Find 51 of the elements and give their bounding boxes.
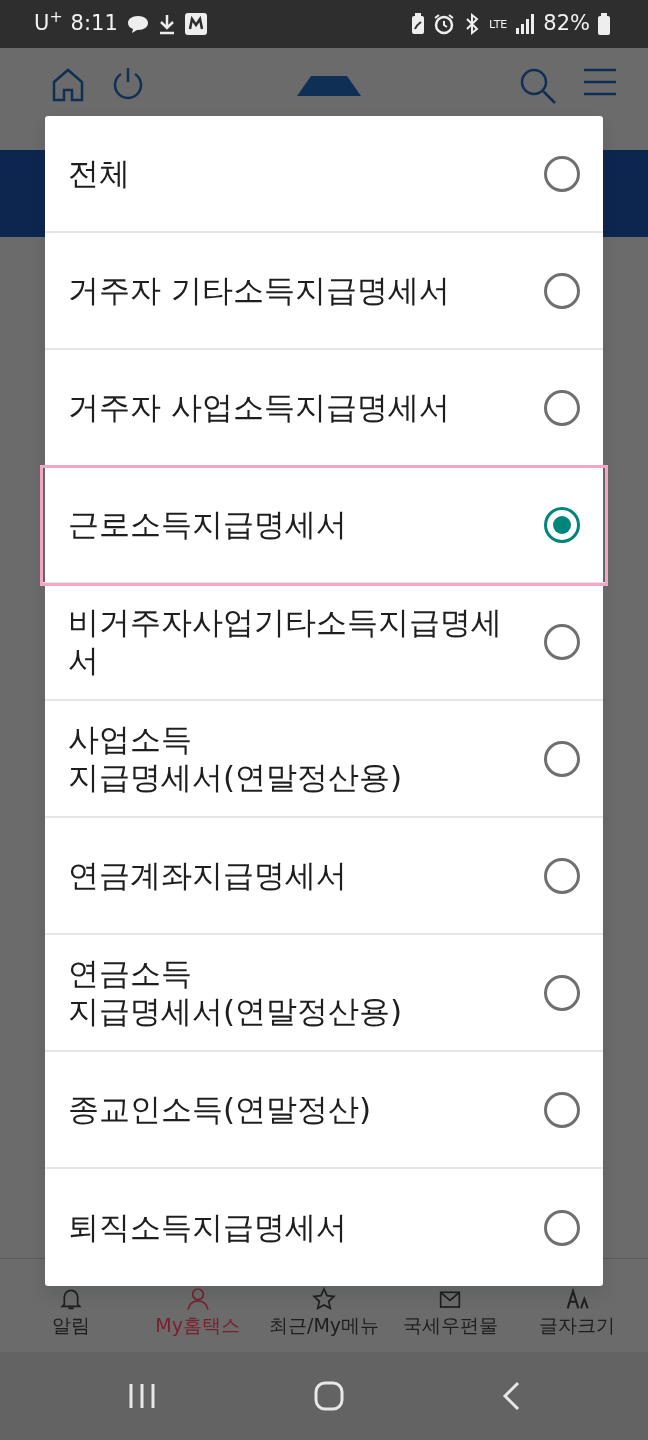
radio-button[interactable] — [544, 857, 580, 894]
option-label: 연금소득 지급명세서(연말정산용) — [68, 955, 403, 1030]
radio-button[interactable] — [544, 1091, 580, 1128]
signal-icon — [515, 14, 536, 34]
option-label: 근로소득지급명세서 — [68, 505, 347, 544]
chat-icon — [125, 14, 150, 34]
carrier-label: U$^{+}$ — [34, 8, 63, 38]
option-row[interactable]: 연금소득 지급명세서(연말정산용) — [45, 935, 603, 1052]
option-label: 전체 — [68, 154, 130, 193]
clock-time: 8:11 — [70, 10, 118, 38]
radio-button[interactable] — [544, 272, 580, 309]
option-row[interactable]: 연금계좌지급명세서 — [45, 818, 603, 935]
font-size-icon — [564, 1287, 589, 1311]
radio-button[interactable] — [544, 623, 580, 660]
radio-button[interactable] — [544, 974, 580, 1011]
option-row[interactable]: 비거주자사업기타소득지급명세서 — [45, 584, 603, 701]
option-row[interactable]: 전체 — [45, 116, 603, 233]
option-label: 비거주자사업기타소득지급명세서 — [68, 604, 503, 679]
app-notification-icon — [183, 12, 208, 36]
battery-saver-icon — [411, 13, 425, 35]
battery-percent: 82% — [543, 10, 590, 38]
option-label: 거주자 기타소득지급명세서 — [68, 271, 450, 310]
option-label: 종교인소득(연말정산) — [68, 1090, 372, 1129]
option-label: 사업소득 지급명세서(연말정산용) — [68, 721, 403, 796]
alarm-icon — [433, 13, 455, 35]
download-icon — [157, 13, 176, 35]
back-icon[interactable] — [501, 1381, 522, 1411]
option-row[interactable]: 사업소득 지급명세서(연말정산용) — [45, 701, 603, 818]
person-icon — [185, 1287, 210, 1311]
option-label: 거주자 사업소득지급명세서 — [68, 388, 450, 427]
radio-button[interactable] — [544, 506, 580, 543]
menu-icon[interactable] — [582, 66, 618, 98]
option-row[interactable]: 퇴직소득지급명세서 — [45, 1169, 603, 1286]
search-icon[interactable] — [518, 66, 558, 106]
network-type-label: LTE — [489, 18, 508, 30]
option-row[interactable]: 거주자 기타소득지급명세서 — [45, 233, 603, 350]
option-label: 연금계좌지급명세서 — [68, 856, 347, 895]
bluetooth-icon — [463, 13, 481, 35]
star-icon — [312, 1287, 336, 1311]
battery-icon — [598, 13, 610, 35]
option-label: 퇴직소득지급명세서 — [68, 1208, 347, 1247]
radio-button[interactable] — [544, 155, 580, 192]
radio-button[interactable] — [544, 389, 580, 426]
radio-button[interactable] — [544, 1209, 580, 1246]
option-row[interactable]: 거주자 사업소득지급명세서 — [45, 350, 603, 467]
option-row[interactable]: 종교인소득(연말정산) — [45, 1052, 603, 1169]
option-row[interactable]: 근로소득지급명세서 — [42, 467, 606, 584]
bell-icon — [59, 1287, 84, 1311]
radio-button[interactable] — [544, 740, 580, 777]
home-icon[interactable] — [50, 66, 86, 102]
home-button-icon[interactable] — [314, 1381, 344, 1411]
